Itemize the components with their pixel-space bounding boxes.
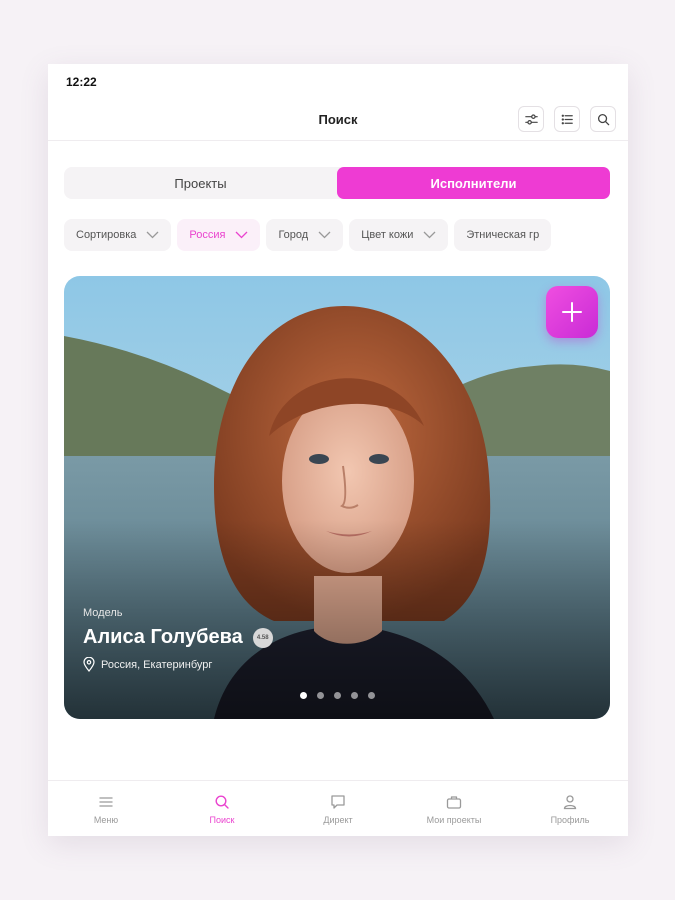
profile-icon: [563, 794, 577, 809]
performer-role: Модель: [83, 607, 123, 619]
tab-direct-label: Директ: [323, 814, 353, 825]
nav-divider: [48, 140, 628, 141]
filter-ethnic-group[interactable]: Этническая гр: [454, 219, 552, 251]
tab-direct[interactable]: Директ: [280, 781, 396, 836]
filter-chips: Сортировка Россия Город Цвет кожи Этниче…: [64, 219, 628, 251]
performer-name: Алиса Голубева: [83, 626, 243, 648]
tab-menu-label: Меню: [93, 814, 119, 825]
filter-button[interactable]: [518, 106, 544, 132]
tab-my-projects-label: Мои проекты: [426, 814, 482, 825]
pagination-dot[interactable]: [350, 692, 358, 699]
filter-ethnic-group-label: Этническая гр: [466, 229, 540, 241]
performer-name-row: Алиса Голубева 4.58: [83, 626, 273, 649]
location-pin-icon: [83, 657, 95, 672]
tab-search[interactable]: Поиск: [164, 781, 280, 836]
filter-skin-color-label: Цвет кожи: [361, 229, 414, 241]
filter-country[interactable]: Россия: [177, 219, 261, 251]
chat-icon: [331, 794, 345, 809]
list-icon: [561, 114, 573, 124]
tab-my-projects[interactable]: Мои проекты: [396, 781, 512, 836]
filter-city-label: Город: [278, 229, 309, 241]
pagination-dot[interactable]: [367, 692, 375, 699]
photo-pagination: [64, 692, 610, 699]
chevron-down-icon: [318, 231, 331, 239]
list-view-button[interactable]: [554, 106, 580, 132]
app-window: 12:22 Поиск Проекты Исполнители Сортиров…: [48, 64, 628, 836]
menu-icon: [99, 796, 113, 807]
filter-skin-color[interactable]: Цвет кожи: [349, 219, 449, 251]
segmented-control: Проекты Исполнители: [64, 167, 610, 199]
tab-projects[interactable]: Проекты: [64, 167, 337, 199]
plus-icon: [562, 302, 582, 322]
tab-menu[interactable]: Меню: [48, 781, 164, 836]
filter-city[interactable]: Город: [266, 219, 344, 251]
tab-performers[interactable]: Исполнители: [337, 167, 610, 199]
search-icon: [597, 113, 609, 125]
bottom-tab-bar: Меню Поиск Директ Мои проекты Профиль: [48, 780, 628, 836]
search-icon: [215, 794, 229, 809]
tab-search-label: Поиск: [209, 814, 235, 825]
performer-location-text: Россия, Екатеринбург: [101, 658, 213, 671]
performer-photo: [64, 276, 610, 719]
tab-profile[interactable]: Профиль: [512, 781, 628, 836]
filter-sort[interactable]: Сортировка: [64, 219, 172, 251]
pagination-dot[interactable]: [333, 692, 341, 699]
add-to-project-button[interactable]: [546, 286, 598, 338]
status-time: 12:22: [66, 75, 97, 89]
filter-sort-label: Сортировка: [76, 229, 137, 241]
chevron-down-icon: [423, 231, 436, 239]
rating-badge: 4.58: [252, 627, 273, 648]
filter-sliders-icon: [524, 113, 538, 125]
briefcase-icon: [446, 795, 462, 809]
chevron-down-icon: [235, 231, 248, 239]
tab-profile-label: Профиль: [550, 814, 590, 825]
performer-card[interactable]: Модель Алиса Голубева 4.58 Россия, Екате…: [64, 276, 610, 719]
chevron-down-icon: [146, 231, 159, 239]
filter-country-label: Россия: [189, 229, 226, 241]
pagination-dot[interactable]: [299, 692, 307, 699]
pagination-dot[interactable]: [316, 692, 324, 699]
search-button[interactable]: [590, 106, 616, 132]
performer-location: Россия, Екатеринбург: [83, 657, 212, 672]
